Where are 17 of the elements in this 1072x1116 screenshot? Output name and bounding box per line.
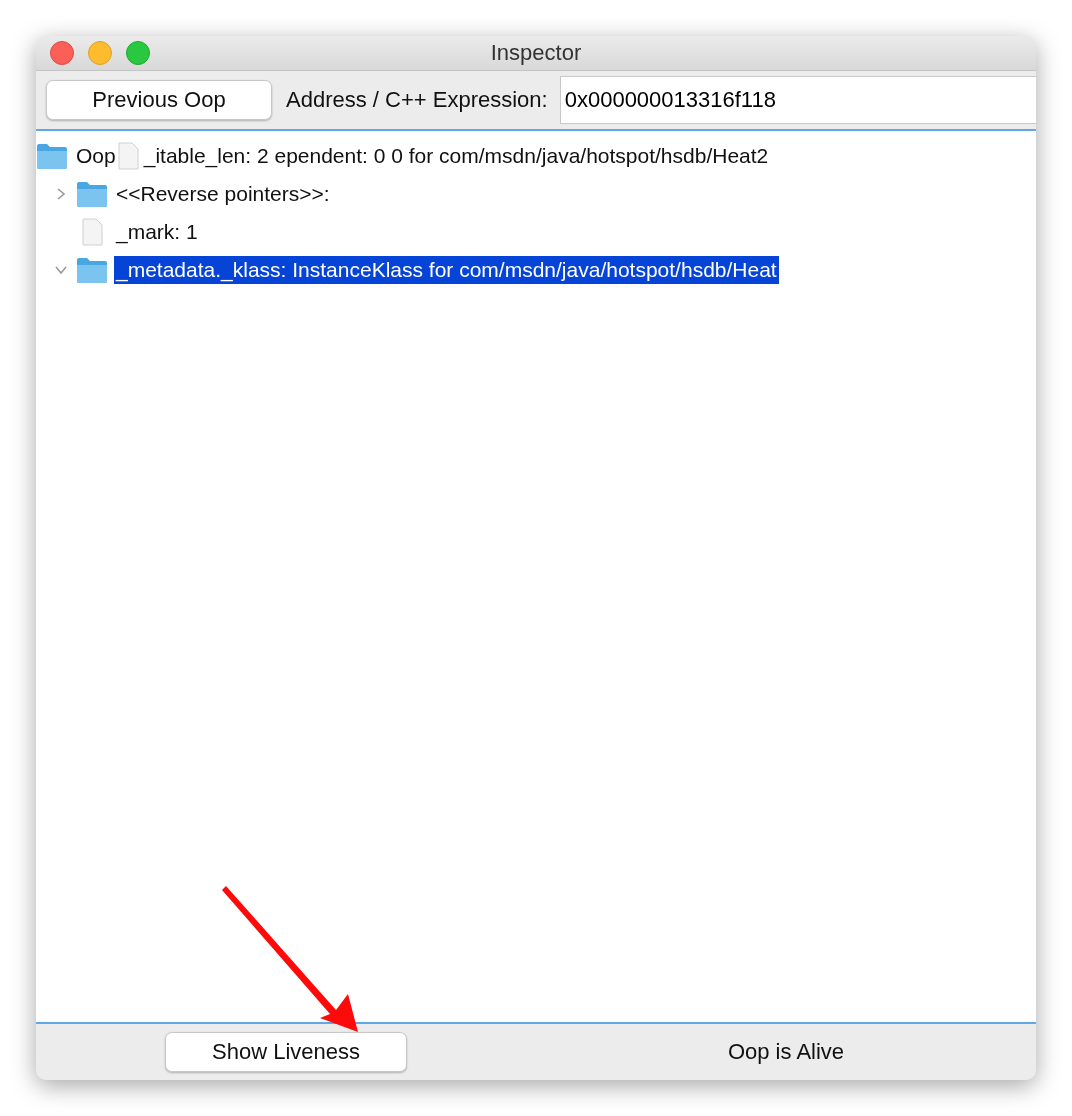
window-title: Inspector [490, 40, 582, 66]
tree-node-label[interactable]: <<Reverse pointers>>: [114, 180, 332, 208]
tree-node-label[interactable]: _mark: 1 [114, 218, 200, 246]
show-liveness-button[interactable]: Show Liveness [165, 1032, 407, 1072]
status-text: Oop is Alive [727, 1039, 845, 1065]
folder-icon [76, 180, 108, 208]
zoom-button[interactable] [126, 41, 150, 65]
tree-node-label[interactable]: _metadata._klass: InstanceKlass for com/msdn/java/hotspot/hsdb/Heat [114, 256, 779, 284]
address-label: Address / C++ Expression: [286, 87, 548, 113]
previous-oop-button[interactable]: Previous Oop [46, 80, 272, 120]
address-field[interactable]: 0x000000013316f118 [559, 76, 1036, 124]
tree-node-label[interactable]: Oop [74, 142, 118, 170]
minimize-button[interactable] [88, 41, 112, 65]
folder-icon [76, 256, 108, 284]
close-button[interactable] [50, 41, 74, 65]
tree-node-label[interactable]: _itable_len: 2 ependent: 0 0 for com/msdn/java/hotspot/hsdb/Heat2 [141, 142, 771, 170]
folder-icon [36, 142, 68, 170]
